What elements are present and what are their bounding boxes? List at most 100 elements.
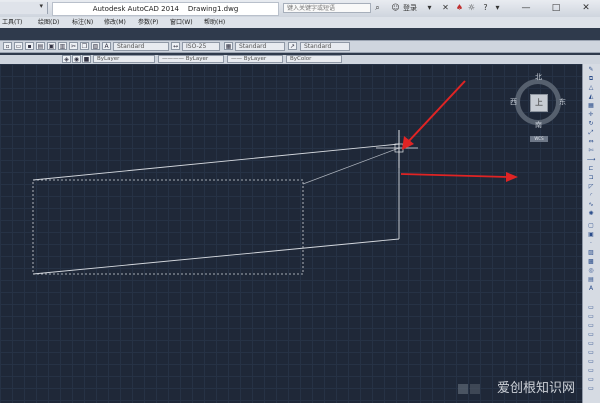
app-store-icon[interactable]: ♠ <box>454 3 465 13</box>
plot-style-select[interactable]: ByColor <box>286 55 342 63</box>
connect-icon[interactable]: ☼ <box>466 3 477 13</box>
wcs-menu[interactable]: WCS <box>530 136 548 142</box>
lineweight-select[interactable]: —— ByLayer <box>227 55 283 63</box>
menu-draw[interactable]: 绘图(D) <box>38 17 59 28</box>
offset-icon[interactable]: ◭ <box>586 93 596 100</box>
dim-style-select[interactable]: ISO-25 <box>182 42 220 51</box>
copy-object-icon[interactable]: ⧉ <box>586 75 596 82</box>
drawing-canvas[interactable] <box>0 64 582 403</box>
menu-tools[interactable]: 工具(T) <box>2 17 22 28</box>
explode-icon[interactable]: ✺ <box>586 210 596 217</box>
menu-modify[interactable]: 修改(M) <box>104 17 126 28</box>
tool-1-icon[interactable]: ▭ <box>586 304 596 311</box>
maximize-button[interactable]: □ <box>542 1 570 15</box>
color-icon[interactable]: ■ <box>82 55 91 63</box>
minimize-button[interactable]: — <box>512 1 540 15</box>
erase-icon[interactable]: ✎ <box>586 66 596 73</box>
table-style-select[interactable]: Standard <box>235 42 285 51</box>
window-title: Autodesk AutoCAD 2014 Drawing1.dwg <box>52 2 279 16</box>
tool-6-icon[interactable]: ▭ <box>586 349 596 356</box>
chamfer-icon[interactable]: ◸ <box>586 183 596 190</box>
hatch-icon[interactable]: ▨ <box>586 249 596 256</box>
insert-icon[interactable]: ▣ <box>586 231 596 238</box>
watermark-text: 爱创根知识网 <box>497 381 576 396</box>
menu-window[interactable]: 窗口(W) <box>170 17 193 28</box>
scale-icon[interactable]: ⤢ <box>586 129 596 136</box>
layer-icon[interactable]: ◈ <box>62 55 71 63</box>
compass-west[interactable]: 西 <box>510 97 517 107</box>
drawing-svg[interactable] <box>0 64 582 403</box>
compass-east[interactable]: 东 <box>559 97 566 107</box>
fillet-icon[interactable]: ◜ <box>586 192 596 199</box>
layer-state-icon[interactable]: ◉ <box>72 55 81 63</box>
tool-4-icon[interactable]: ▭ <box>586 331 596 338</box>
dim-style-icon[interactable]: ↔ <box>171 42 180 50</box>
tool-10-icon[interactable]: ▭ <box>586 385 596 392</box>
stretch-icon[interactable]: ⇔ <box>586 138 596 145</box>
print-icon[interactable]: ▤ <box>36 42 45 50</box>
linetype-select[interactable]: ———— ByLayer <box>158 55 224 63</box>
preview-icon[interactable]: ▣ <box>47 42 56 50</box>
viewcube[interactable]: 上 北 南 东 西 WCS <box>510 70 568 142</box>
extend-icon[interactable]: ⟶ <box>586 156 596 163</box>
tool-7-icon[interactable]: ▭ <box>586 358 596 365</box>
exchange-icon[interactable]: ✕ <box>440 3 451 13</box>
search-input[interactable]: 键入关键字或短语 <box>283 3 371 13</box>
dropdown-icon[interactable]: ▾ <box>424 3 435 13</box>
cut-icon[interactable]: ✂ <box>69 42 78 50</box>
blend-icon[interactable]: ∿ <box>586 201 596 208</box>
table-style-icon[interactable]: ▦ <box>224 42 233 50</box>
publish-icon[interactable]: ▥ <box>58 42 67 50</box>
compass-north[interactable]: 北 <box>535 72 542 82</box>
break-icon[interactable]: ⊏ <box>586 165 596 172</box>
annotation-arrow-diagonal <box>407 80 466 143</box>
search-icon[interactable]: ⌕ <box>372 3 383 13</box>
annotation-arrow-horizontal <box>400 173 509 178</box>
lineweight-sample: —— <box>231 56 242 62</box>
join-icon[interactable]: ⊐ <box>586 174 596 181</box>
save-icon[interactable]: ▪ <box>25 42 34 50</box>
tool-2-icon[interactable]: ▭ <box>586 313 596 320</box>
paste-icon[interactable]: ▧ <box>91 42 100 50</box>
block-icon[interactable]: ▢ <box>586 222 596 229</box>
region-icon[interactable]: ◎ <box>586 267 596 274</box>
tool-9-icon[interactable]: ▭ <box>586 376 596 383</box>
viewcube-top-face[interactable]: 上 <box>530 94 548 112</box>
help-icon[interactable]: ? <box>480 3 491 13</box>
array-icon[interactable]: ▦ <box>586 102 596 109</box>
rotate-icon[interactable]: ↻ <box>586 120 596 127</box>
open-icon[interactable]: ▭ <box>14 42 23 50</box>
point-icon[interactable]: · <box>586 240 596 247</box>
gradient-icon[interactable]: ▩ <box>586 258 596 265</box>
table-icon[interactable]: ▤ <box>586 276 596 283</box>
styles-toolbar: ▫ ▭ ▪ ▤ ▣ ▥ ✂ ❐ ▧ A Standard ↔ ISO-25 ▦ … <box>0 40 600 53</box>
compass-south[interactable]: 南 <box>535 120 542 130</box>
dropdown-icon[interactable]: ▾ <box>492 3 503 13</box>
quick-access-toolbar[interactable]: ▾ <box>0 2 48 14</box>
close-button[interactable]: ✕ <box>572 1 600 15</box>
multileader-style-select[interactable]: Standard <box>300 42 350 51</box>
annotation-arrowhead-horizontal <box>506 172 518 182</box>
move-icon[interactable]: ✛ <box>586 111 596 118</box>
menu-parametric[interactable]: 参数(P) <box>138 17 158 28</box>
top-edge-line[interactable] <box>32 143 400 181</box>
color-select[interactable]: ByLayer <box>93 55 155 63</box>
mirror-icon[interactable]: △ <box>586 84 596 91</box>
tool-5-icon[interactable]: ▭ <box>586 340 596 347</box>
multileader-style-icon[interactable]: ↗ <box>288 42 297 50</box>
login-button[interactable]: 登录 <box>403 3 417 13</box>
selection-window <box>32 179 304 275</box>
menu-dimension[interactable]: 标注(N) <box>72 17 93 28</box>
tool-3-icon[interactable]: ▭ <box>586 322 596 329</box>
copy-icon[interactable]: ❐ <box>80 42 89 50</box>
dropdown-arrow-icon[interactable]: ▾ <box>39 2 43 10</box>
menu-help[interactable]: 帮助(H) <box>204 17 225 28</box>
bottom-edge-line[interactable] <box>32 238 400 275</box>
text-style-icon[interactable]: A <box>102 42 111 50</box>
trim-icon[interactable]: ✄ <box>586 147 596 154</box>
user-icon[interactable]: ☺ <box>390 3 401 13</box>
tool-8-icon[interactable]: ▭ <box>586 367 596 374</box>
mtext-icon[interactable]: A <box>586 285 596 292</box>
new-icon[interactable]: ▫ <box>3 42 12 50</box>
text-style-select[interactable]: Standard <box>113 42 169 51</box>
